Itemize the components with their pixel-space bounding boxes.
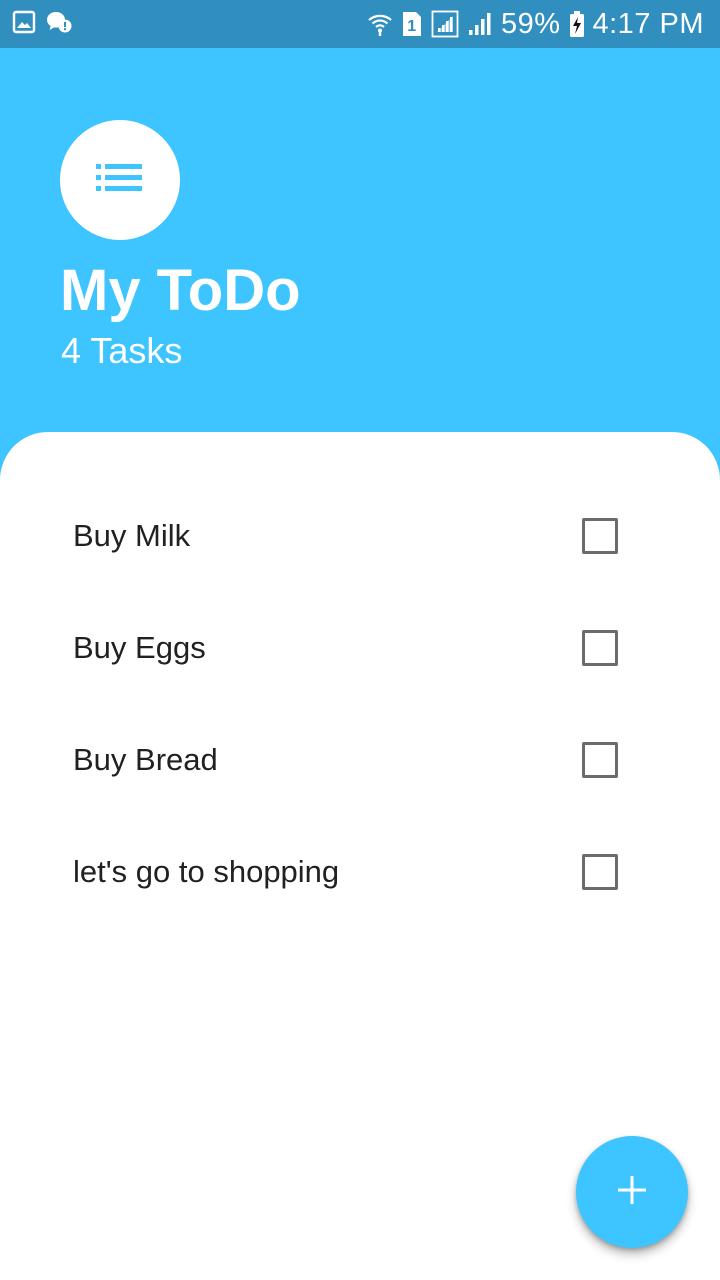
list-item[interactable]: Buy Eggs [0,592,720,704]
app-header: My ToDo 4 Tasks [0,48,720,448]
todo-checkbox[interactable] [582,854,618,890]
todo-checkbox[interactable] [582,630,618,666]
todo-list: Buy Milk Buy Eggs Buy Bread let's go to … [0,480,720,928]
wifi-icon [367,11,393,37]
signal-icon [431,10,459,38]
todo-label: Buy Milk [73,518,191,553]
list-item[interactable]: Buy Bread [0,704,720,816]
signal-icon [467,11,493,37]
gallery-icon [12,10,36,39]
sim-1-icon: 1 [401,10,423,38]
list-item[interactable]: let's go to shopping [0,816,720,928]
page-title: My ToDo [60,258,301,323]
list-icon [96,162,144,199]
status-left-icons [12,10,72,38]
todo-label: Buy Bread [73,742,218,777]
todo-checkbox[interactable] [582,518,618,554]
clock: 4:17 PM [592,7,704,40]
battery-percent: 59% [500,7,561,40]
status-right-icons: 1 59% 4:17 PM [367,6,704,42]
todo-label: Buy Eggs [73,630,206,665]
status-bar: 1 59% 4:17 PM [0,0,720,48]
logo-avatar [60,120,180,240]
todo-label: let's go to shopping [73,854,340,889]
sim-slot-label: 1 [407,18,416,35]
task-count: 4 Tasks [61,330,183,371]
todo-checkbox[interactable] [582,742,618,778]
chat-alert-icon [46,10,72,39]
add-task-button[interactable] [576,1136,688,1248]
list-item[interactable]: Buy Milk [0,480,720,592]
battery-charging-icon [569,10,585,38]
plus-icon [615,1173,649,1212]
